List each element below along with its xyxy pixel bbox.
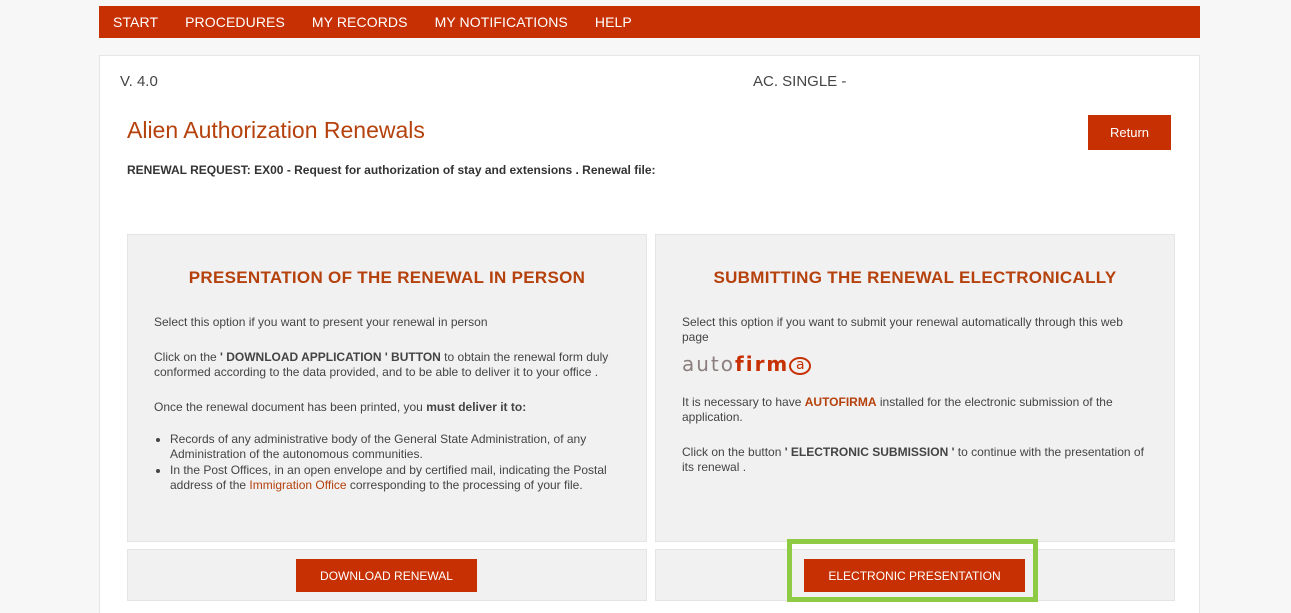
nav-procedures[interactable]: PROCEDURES	[185, 14, 285, 30]
in-person-panel: PRESENTATION OF THE RENEWAL IN PERSON Se…	[127, 234, 647, 542]
text-segment: Click on the button	[682, 445, 785, 459]
delivery-list: Records of any administrative body of th…	[154, 432, 620, 493]
nav-my-notifications[interactable]: MY NOTIFICATIONS	[435, 14, 568, 30]
immigration-office-link[interactable]: Immigration Office	[249, 478, 346, 492]
logo-text: firm	[735, 352, 790, 376]
top-navigation: START PROCEDURES MY RECORDS MY NOTIFICAT…	[99, 6, 1200, 38]
nav-start[interactable]: START	[113, 14, 158, 30]
download-button-bar: DOWNLOAD RENEWAL	[127, 549, 647, 601]
nav-my-records[interactable]: MY RECORDS	[312, 14, 408, 30]
list-item: Records of any administrative body of th…	[170, 432, 620, 462]
renewal-request-line: RENEWAL REQUEST: EX00 - Request for auth…	[127, 163, 656, 177]
must-deliver-emphasis: must deliver it to:	[426, 400, 527, 414]
in-person-deliver-instruction: Once the renewal document has been print…	[154, 400, 620, 415]
electronic-intro: Select this option if you want to submit…	[682, 315, 1123, 344]
electronic-body: Select this option if you want to submit…	[656, 315, 1174, 475]
download-application-emphasis: ' DOWNLOAD APPLICATION ' BUTTON	[220, 350, 441, 364]
nav-help[interactable]: HELP	[595, 14, 632, 30]
in-person-click-instruction: Click on the ' DOWNLOAD APPLICATION ' BU…	[154, 350, 620, 380]
list-item: In the Post Offices, in an open envelope…	[170, 463, 620, 493]
electronic-panel: SUBMITTING THE RENEWAL ELECTRONICALLY Se…	[655, 234, 1175, 542]
page-title: Alien Authorization Renewals	[127, 117, 425, 143]
download-renewal-button[interactable]: DOWNLOAD RENEWAL	[296, 559, 477, 592]
single-label: AC. SINGLE -	[753, 73, 847, 90]
logo-text: auto	[682, 352, 736, 376]
main-card: V. 4.0 AC. SINGLE - Alien Authorization …	[99, 55, 1200, 613]
text-segment: corresponding to the processing of your …	[346, 478, 583, 492]
electronic-title: SUBMITTING THE RENEWAL ELECTRONICALLY	[713, 268, 1117, 287]
text-segment: Click on the	[154, 350, 221, 364]
in-person-body: Select this option if you want to presen…	[128, 315, 646, 493]
electronic-click-instruction: Click on the button ' ELECTRONIC SUBMISS…	[682, 445, 1148, 475]
return-button[interactable]: Return	[1088, 115, 1171, 150]
autofirma-requirement: It is necessary to have AUTOFIRMA instal…	[682, 395, 1148, 425]
text-segment: It is necessary to have	[682, 395, 805, 409]
at-symbol-icon: a	[789, 357, 812, 375]
version-label: V. 4.0	[120, 73, 158, 90]
electronic-button-bar: ELECTRONIC PRESENTATION	[655, 549, 1175, 601]
in-person-intro: Select this option if you want to presen…	[154, 315, 488, 329]
autofirma-logo: autofirm a	[682, 354, 1148, 375]
autofirma-emphasis: AUTOFIRMA	[804, 395, 877, 409]
electronic-presentation-button[interactable]: ELECTRONIC PRESENTATION	[804, 559, 1025, 592]
electronic-submission-emphasis: ' ELECTRONIC SUBMISSION '	[784, 445, 955, 459]
in-person-title: PRESENTATION OF THE RENEWAL IN PERSON	[188, 268, 586, 287]
text-segment: Once the renewal document has been print…	[154, 400, 427, 414]
